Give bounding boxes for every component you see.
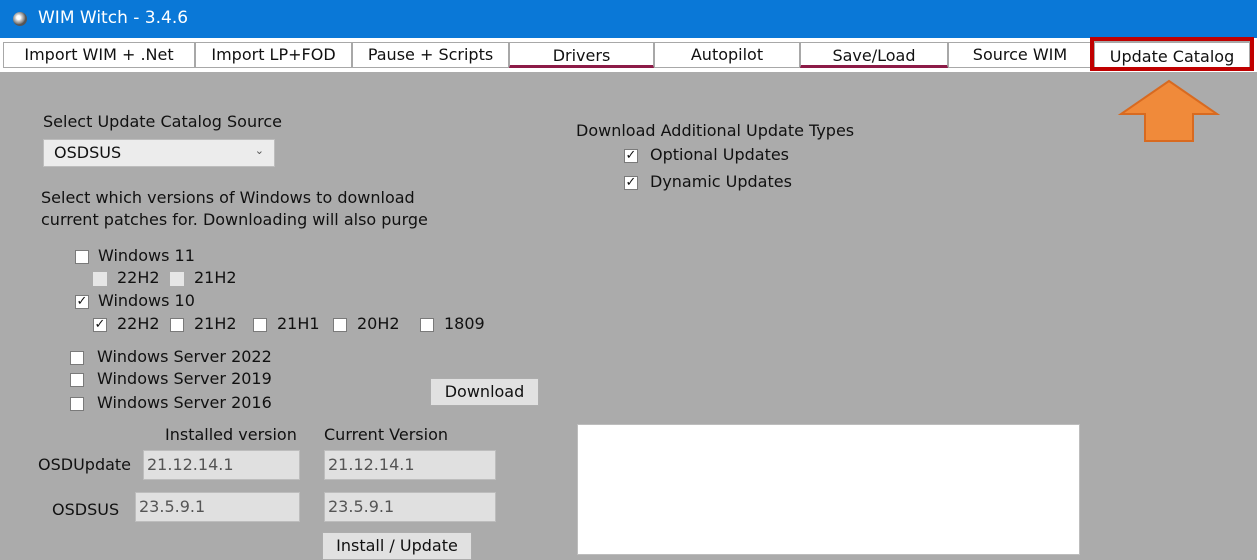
- tab-import-wim-net[interactable]: Import WIM + .Net: [3, 42, 195, 68]
- optional-updates-checkbox[interactable]: ✓: [624, 149, 638, 163]
- windows10-22h2-label: 22H2: [117, 314, 160, 333]
- windows10-21h1-checkbox[interactable]: [253, 318, 267, 332]
- tab-strip: Import WIM + .Net Import LP+FOD Pause + …: [0, 38, 1257, 72]
- server2022-checkbox[interactable]: [70, 351, 84, 365]
- tab-import-lp-fod[interactable]: Import LP+FOD: [195, 42, 352, 68]
- versions-prompt-line1: Select which versions of Windows to down…: [41, 188, 415, 207]
- server2016-label: Windows Server 2016: [97, 393, 272, 412]
- catalog-source-dropdown[interactable]: OSDSUS ⌄: [43, 139, 275, 167]
- server2019-label: Windows Server 2019: [97, 369, 272, 388]
- windows11-checkbox[interactable]: [75, 250, 89, 264]
- server2016-checkbox[interactable]: [70, 397, 84, 411]
- windows11-22h2-label: 22H2: [117, 268, 160, 287]
- osdupdate-row-label: OSDUpdate: [38, 455, 132, 474]
- windows10-20h2-checkbox[interactable]: [333, 318, 347, 332]
- additional-updates-label: Download Additional Update Types: [576, 121, 855, 140]
- annotation-highlight-box: [1090, 37, 1254, 71]
- tab-save-load[interactable]: Save/Load: [800, 42, 948, 68]
- tab-pause-scripts[interactable]: Pause + Scripts: [352, 42, 509, 68]
- windows10-21h1-label: 21H1: [277, 314, 320, 333]
- annotation-up-arrow-icon: [1117, 79, 1221, 142]
- windows10-1809-checkbox[interactable]: [420, 318, 434, 332]
- windows10-20h2-label: 20H2: [357, 314, 400, 333]
- update-log-textbox[interactable]: [577, 424, 1080, 555]
- catalog-source-label: Select Update Catalog Source: [43, 112, 282, 131]
- versions-prompt-line2: current patches for. Downloading will al…: [41, 210, 428, 229]
- tab-source-wim[interactable]: Source WIM: [948, 42, 1092, 68]
- osdsus-installed-field: 23.5.9.1: [135, 492, 300, 522]
- dynamic-updates-checkbox[interactable]: ✓: [624, 176, 638, 190]
- windows10-checkbox[interactable]: ✓: [75, 295, 89, 309]
- download-button[interactable]: Download: [430, 378, 539, 406]
- tab-drivers[interactable]: Drivers: [509, 42, 654, 68]
- server2019-checkbox[interactable]: [70, 373, 84, 387]
- optional-updates-label: Optional Updates: [650, 145, 790, 164]
- windows11-21h2-checkbox[interactable]: [170, 272, 184, 286]
- windows10-21h2-checkbox[interactable]: [170, 318, 184, 332]
- wim-witch-app-icon: [13, 12, 27, 26]
- osdsus-current-field: 23.5.9.1: [324, 492, 496, 522]
- install-update-button[interactable]: Install / Update: [322, 532, 472, 560]
- osdupdate-current-field: 21.12.14.1: [324, 450, 496, 480]
- windows10-1809-label: 1809: [444, 314, 485, 333]
- installed-version-header: Installed version: [165, 425, 297, 444]
- server2022-label: Windows Server 2022: [97, 347, 272, 366]
- windows11-label: Windows 11: [98, 246, 195, 265]
- windows10-22h2-checkbox[interactable]: ✓: [93, 318, 107, 332]
- osdupdate-installed-field: 21.12.14.1: [143, 450, 300, 480]
- windows11-21h2-label: 21H2: [194, 268, 237, 287]
- tab-autopilot[interactable]: Autopilot: [654, 42, 800, 68]
- windows10-label: Windows 10: [98, 291, 195, 310]
- osdsus-row-label: OSDSUS: [52, 500, 120, 519]
- title-bar: WIM Witch - 3.4.6: [0, 0, 1257, 38]
- windows11-22h2-checkbox[interactable]: [93, 272, 107, 286]
- windows10-21h2-label: 21H2: [194, 314, 237, 333]
- dynamic-updates-label: Dynamic Updates: [650, 172, 792, 191]
- current-version-header: Current Version: [324, 425, 449, 444]
- window-title: WIM Witch - 3.4.6: [38, 8, 189, 28]
- chevron-down-icon: ⌄: [254, 144, 264, 157]
- catalog-source-selected-value: OSDSUS: [54, 143, 122, 162]
